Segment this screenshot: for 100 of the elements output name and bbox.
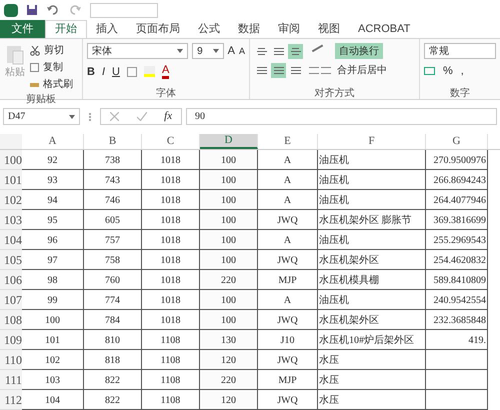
table-cell: J10 [258, 330, 318, 350]
bold-button[interactable]: B [87, 64, 95, 80]
table-cell: 100 [200, 170, 258, 190]
check-icon[interactable] [136, 112, 146, 121]
underline-button[interactable]: U [112, 64, 120, 80]
table-cell: 油压机 [318, 290, 426, 310]
table-cell: 油压机 [318, 190, 426, 210]
row-header[interactable]: 109 [0, 330, 22, 350]
percent-button[interactable]: % [443, 63, 453, 80]
table-cell: 水压机架外区 膨胀节 [318, 210, 426, 230]
redo-icon[interactable] [68, 4, 82, 16]
ribbon-tab[interactable]: 插入 [87, 20, 127, 38]
cancel-icon[interactable] [110, 112, 119, 121]
row-header[interactable]: 111 [0, 370, 22, 390]
table-cell: 100 [200, 290, 258, 310]
table-cell: 240.9542554 [426, 290, 488, 310]
align-button[interactable] [288, 44, 303, 58]
group-label: 字体 [155, 86, 177, 99]
table-cell: 93 [22, 170, 84, 190]
ribbon-tab[interactable]: 数据 [229, 20, 269, 38]
name-box[interactable]: D47 [3, 108, 80, 125]
column-header[interactable]: D [200, 134, 258, 149]
table-cell: 水压机架外区 [318, 310, 426, 330]
table-cell: 97 [22, 250, 84, 270]
table-cell: 130 [200, 330, 258, 350]
ribbon-tab[interactable]: 视图 [309, 20, 349, 38]
table-cell: JWQ [258, 310, 318, 330]
table-cell: JWQ [258, 390, 318, 410]
table-cell: 120 [200, 390, 258, 410]
table-cell: 784 [84, 310, 142, 330]
table-cell: JWQ [258, 350, 318, 370]
table-cell: 810 [84, 330, 142, 350]
table-cell: 94 [22, 190, 84, 210]
row-header[interactable]: 107 [0, 290, 22, 310]
table-cell: 760 [84, 270, 142, 290]
italic-button[interactable]: I [102, 64, 106, 80]
ribbon-tab[interactable]: 公式 [189, 20, 229, 38]
cut-button[interactable]: 剪切 [30, 43, 73, 58]
scissors-icon [30, 46, 40, 56]
table-cell: 255.2969543 [426, 230, 488, 250]
group-label: 对齐方式 [314, 86, 356, 99]
ribbon-tab[interactable]: ACROBAT [349, 20, 420, 38]
table-cell: 757 [84, 230, 142, 250]
file-tab[interactable]: 文件 [0, 20, 45, 38]
table-cell: 738 [84, 150, 142, 170]
row-header[interactable]: 110 [0, 350, 22, 370]
save-icon[interactable] [26, 4, 38, 16]
comma-button[interactable]: , [460, 63, 464, 80]
row-header[interactable]: 106 [0, 270, 22, 290]
number-format-field[interactable]: 常规 [424, 43, 496, 59]
table-cell: 100 [22, 310, 84, 330]
table-cell: 103 [22, 370, 84, 390]
row-header[interactable]: 104 [0, 230, 22, 250]
table-cell: 104 [22, 390, 84, 410]
table-cell: 水压机10#炉后架外区 [318, 330, 426, 350]
table-cell: JWQ [258, 250, 318, 270]
group-label: 数字 [449, 86, 471, 99]
copy-button[interactable]: 复制 [30, 60, 73, 75]
quick-access-field[interactable] [90, 2, 158, 18]
grow-font-button[interactable]: A [228, 43, 235, 60]
table-cell: 758 [84, 250, 142, 270]
row-header[interactable]: 112 [0, 390, 22, 410]
row-header[interactable]: 100 [0, 150, 22, 170]
formula-field[interactable]: 90 [186, 108, 497, 125]
row-header[interactable]: 103 [0, 210, 22, 230]
table-cell: A [258, 230, 318, 250]
group-label: 剪贴板 [25, 92, 57, 105]
align-button[interactable] [271, 63, 286, 78]
table-cell: 95 [22, 210, 84, 230]
borders-icon[interactable] [126, 66, 137, 77]
merge-center-button[interactable]: 合并后居中 [337, 63, 387, 78]
row-header[interactable]: 101 [0, 170, 22, 190]
row-header[interactable]: 108 [0, 310, 22, 330]
dropdown-icon [69, 114, 75, 118]
dropdown-icon [177, 49, 184, 54]
table-cell: 818 [84, 350, 142, 370]
row-header[interactable]: 105 [0, 250, 22, 270]
ribbon-tab[interactable]: 开始 [45, 20, 87, 38]
insert-function-button[interactable]: fx [164, 108, 172, 125]
font-size-field[interactable]: 9 [192, 43, 224, 60]
table-cell: 232.3685848 [426, 310, 488, 330]
font-color-button[interactable]: A [162, 64, 170, 79]
table-cell: 589.8410809 [426, 270, 488, 290]
wrap-text-button[interactable]: 自动换行 [335, 43, 383, 59]
ribbon-tab[interactable]: 审阅 [269, 20, 309, 38]
dropdown-icon [212, 49, 219, 54]
fill-color-icon[interactable] [144, 66, 155, 78]
row-header[interactable]: 102 [0, 190, 22, 210]
table-cell: 101 [22, 330, 84, 350]
format-painter-button[interactable]: 格式刷 [30, 77, 73, 92]
table-cell: 220 [200, 370, 258, 390]
table-cell: 100 [200, 250, 258, 270]
font-name-field[interactable]: 宋体 [87, 43, 188, 60]
shrink-font-button[interactable]: A [238, 44, 245, 58]
table-cell: 419. [426, 330, 488, 350]
table-cell: 油压机 [318, 150, 426, 170]
undo-icon[interactable] [46, 4, 60, 16]
table-cell: 220 [200, 270, 258, 290]
table-cell: 264.4077946 [426, 190, 488, 210]
ribbon-tab[interactable]: 页面布局 [127, 20, 189, 38]
